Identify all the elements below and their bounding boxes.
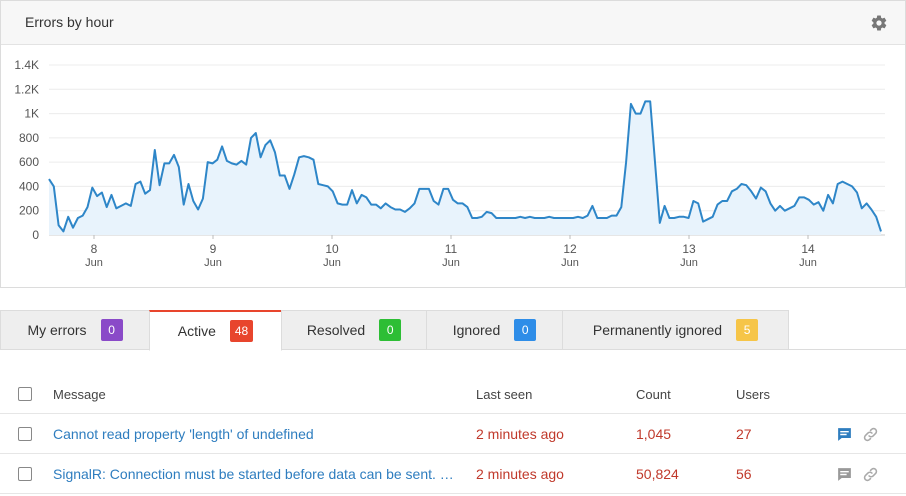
link-icon[interactable] <box>861 465 879 483</box>
column-header-last-seen[interactable]: Last seen <box>476 374 532 414</box>
x-tick-day: 9 <box>210 242 217 256</box>
select-all-checkbox[interactable] <box>18 387 32 401</box>
table-row[interactable]: SignalR: Connection must be started befo… <box>0 454 906 494</box>
chart-title: Errors by hour <box>25 14 114 30</box>
count-value: 1,045 <box>636 426 672 442</box>
users-value: 56 <box>736 466 752 482</box>
x-tick-month: Jun <box>85 257 103 269</box>
x-tick-day: 10 <box>325 242 339 256</box>
comment-icon[interactable] <box>835 465 853 483</box>
y-tick-label: 200 <box>19 204 39 218</box>
chart-header: Errors by hour <box>1 1 905 45</box>
error-status-tabs: My errors 0 Active 48 Resolved 0 Ignored… <box>0 310 906 351</box>
y-tick-label: 1K <box>24 107 39 121</box>
errors-chart-panel: Errors by hour 0 200 400 600 800 1K 1.2K 1.4K 8 J… <box>0 0 906 288</box>
count-badge: 0 <box>100 319 123 341</box>
count-badge: 48 <box>229 320 254 342</box>
x-tick-day: 14 <box>801 242 815 256</box>
column-header-count[interactable]: Count <box>636 374 671 414</box>
x-tick-month: Jun <box>323 257 341 269</box>
tab-my-errors[interactable]: My errors 0 <box>0 310 150 350</box>
tab-label: Active <box>177 323 216 339</box>
x-tick-day: 8 <box>91 242 98 256</box>
table-row[interactable]: Cannot read property 'length' of undefin… <box>0 414 906 454</box>
link-icon[interactable] <box>861 425 879 443</box>
count-badge: 0 <box>379 319 402 341</box>
count-badge: 0 <box>514 319 537 341</box>
x-tick-month: Jun <box>442 257 460 269</box>
last-seen-value: 2 minutes ago <box>476 466 564 482</box>
tab-ignored[interactable]: Ignored 0 <box>426 310 563 350</box>
y-tick-label: 800 <box>19 131 39 145</box>
y-tick-label: 600 <box>19 155 39 169</box>
tab-label: Ignored <box>452 322 501 338</box>
x-tick-day: 11 <box>445 242 458 256</box>
users-value: 27 <box>736 426 752 442</box>
x-tick-day: 12 <box>563 242 577 256</box>
y-tick-label: 1.2K <box>14 82 39 96</box>
tab-active[interactable]: Active 48 <box>149 310 282 351</box>
row-checkbox[interactable] <box>18 467 32 481</box>
last-seen-value: 2 minutes ago <box>476 426 564 442</box>
y-tick-label: 0 <box>32 228 39 242</box>
column-header-message[interactable]: Message <box>53 374 463 414</box>
x-tick-month: Jun <box>799 257 817 269</box>
tab-label: Permanently ignored <box>592 322 723 338</box>
comment-icon[interactable] <box>835 425 853 443</box>
table-header: Message Last seen Count Users <box>0 374 906 414</box>
error-message-link[interactable]: SignalR: Connection must be started befo… <box>53 466 463 482</box>
errors-table: Message Last seen Count Users Cannot rea… <box>0 374 906 494</box>
x-tick-month: Jun <box>680 257 698 269</box>
count-badge: 5 <box>736 319 759 341</box>
column-header-users[interactable]: Users <box>736 374 770 414</box>
x-tick-month: Jun <box>204 257 222 269</box>
row-checkbox[interactable] <box>18 427 32 441</box>
count-value: 50,824 <box>636 466 679 482</box>
tab-permanently-ignored[interactable]: Permanently ignored 5 <box>562 310 789 350</box>
tab-label: Resolved <box>306 322 366 338</box>
tab-label: My errors <box>27 322 87 338</box>
error-message-link[interactable]: Cannot read property 'length' of undefin… <box>53 426 314 442</box>
gear-icon[interactable] <box>869 13 889 33</box>
x-tick-month: Jun <box>561 257 579 269</box>
y-tick-label: 400 <box>19 179 39 193</box>
tab-resolved[interactable]: Resolved 0 <box>281 310 427 350</box>
x-tick-day: 13 <box>682 242 696 256</box>
series-area <box>49 101 881 236</box>
errors-by-hour-chart: 02004006008001K1.2K1.4K8Jun9Jun10Jun11Ju… <box>14 58 885 269</box>
y-tick-label: 1.4K <box>14 58 39 72</box>
